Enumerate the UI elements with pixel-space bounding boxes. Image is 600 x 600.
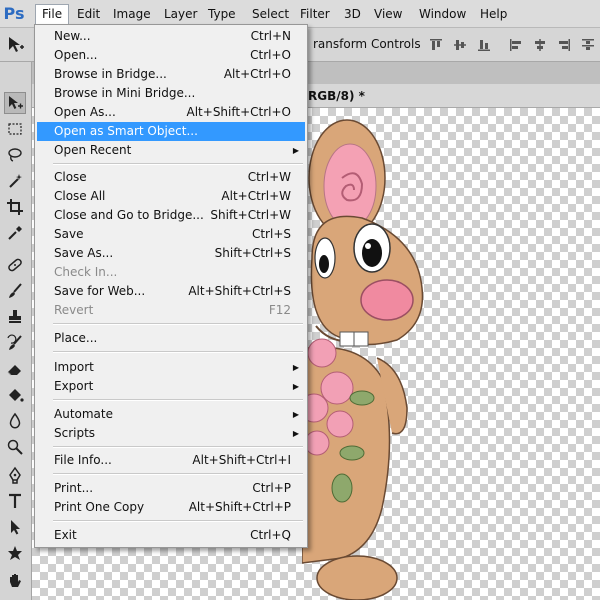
menu-item-open-as-smart-object[interactable]: Open as Smart Object... bbox=[37, 122, 305, 141]
lasso-tool-icon[interactable] bbox=[4, 144, 26, 166]
menu-separator bbox=[53, 473, 303, 475]
move-tool-icon[interactable] bbox=[4, 92, 26, 114]
align-right-icon[interactable] bbox=[556, 37, 572, 53]
menu-item-export[interactable]: Export ▶ bbox=[37, 377, 305, 396]
menu-layer[interactable]: Layer bbox=[158, 4, 203, 24]
menu-item-browse-in-bridge[interactable]: Browse in Bridge... Alt+Ctrl+O bbox=[37, 65, 305, 84]
menu-select[interactable]: Select bbox=[246, 4, 295, 24]
menu-item-exit[interactable]: Exit Ctrl+Q bbox=[37, 526, 305, 545]
path-selection-tool-icon[interactable] bbox=[4, 516, 26, 538]
menu-image[interactable]: Image bbox=[107, 4, 157, 24]
blur-tool-icon[interactable] bbox=[4, 410, 26, 432]
menu-item-check-in: Check In... bbox=[54, 265, 118, 279]
clone-stamp-tool-icon[interactable] bbox=[4, 306, 26, 328]
align-bottom-icon[interactable] bbox=[476, 37, 492, 53]
menu-item-open-recent[interactable]: Open Recent ▶ bbox=[37, 141, 305, 160]
menu-item-print[interactable]: Print... Ctrl+P bbox=[37, 479, 305, 498]
submenu-arrow-icon: ▶ bbox=[292, 410, 299, 419]
healing-brush-tool-icon[interactable] bbox=[4, 254, 26, 276]
menu-item-close-and-go-to-bridge[interactable]: Close and Go to Bridge... Shift+Ctrl+W bbox=[37, 206, 305, 225]
align-top-icon[interactable] bbox=[428, 37, 444, 53]
menu-separator bbox=[53, 446, 303, 448]
document-tab-title: RGB/8) * bbox=[308, 89, 365, 103]
submenu-arrow-icon: ▶ bbox=[292, 146, 299, 155]
move-tool-icon[interactable] bbox=[6, 35, 26, 55]
menu-file[interactable]: File bbox=[35, 4, 70, 24]
align-vertical-center-icon[interactable] bbox=[452, 37, 468, 53]
menu-item-save-as[interactable]: Save As... Shift+Ctrl+S bbox=[37, 244, 305, 263]
align-horizontal-center-icon[interactable] bbox=[532, 37, 548, 53]
menu-view[interactable]: View bbox=[368, 4, 408, 24]
menu-item-open[interactable]: Open... Ctrl+O bbox=[37, 46, 305, 65]
dodge-tool-icon[interactable] bbox=[4, 436, 26, 458]
custom-shape-tool-icon[interactable] bbox=[4, 542, 26, 564]
submenu-arrow-icon: ▶ bbox=[292, 363, 299, 372]
tools-panel bbox=[0, 62, 32, 600]
show-transform-controls-label[interactable]: ransform Controls bbox=[313, 37, 421, 51]
file-menu-dropdown: New... Ctrl+N Open... Ctrl+O Browse in Bri… bbox=[34, 24, 308, 548]
align-left-icon[interactable] bbox=[508, 37, 524, 53]
menu-item-scripts[interactable]: Scripts ▶ bbox=[37, 424, 305, 443]
menu-item-revert: Revert F12 bbox=[54, 303, 291, 317]
menu-window[interactable]: Window bbox=[413, 4, 472, 24]
menu-item-save[interactable]: Save Ctrl+S bbox=[37, 225, 305, 244]
menu-separator bbox=[53, 163, 303, 165]
submenu-arrow-icon: ▶ bbox=[292, 382, 299, 391]
menu-type[interactable]: Type bbox=[202, 4, 242, 24]
crop-tool-icon[interactable] bbox=[4, 196, 26, 218]
menu-3d[interactable]: 3D bbox=[338, 4, 367, 24]
brush-tool-icon[interactable] bbox=[4, 280, 26, 302]
menu-item-automate[interactable]: Automate ▶ bbox=[37, 405, 305, 424]
menu-item-new[interactable]: New... Ctrl+N bbox=[37, 27, 305, 46]
menu-item-import[interactable]: Import ▶ bbox=[37, 358, 305, 377]
menu-item-close-all[interactable]: Close All Alt+Ctrl+W bbox=[37, 187, 305, 206]
submenu-arrow-icon: ▶ bbox=[292, 429, 299, 438]
menu-help[interactable]: Help bbox=[474, 4, 513, 24]
menu-separator bbox=[53, 323, 303, 325]
paint-bucket-tool-icon[interactable] bbox=[4, 384, 26, 406]
menu-item-open-as[interactable]: Open As... Alt+Shift+Ctrl+O bbox=[37, 103, 305, 122]
history-brush-tool-icon[interactable] bbox=[4, 332, 26, 354]
menu-item-close[interactable]: Close Ctrl+W bbox=[37, 168, 305, 187]
menu-filter[interactable]: Filter bbox=[294, 4, 336, 24]
menu-item-browse-in-mini-bridge[interactable]: Browse in Mini Bridge... bbox=[37, 84, 305, 103]
eyedropper-tool-icon[interactable] bbox=[4, 222, 26, 244]
cartoon-mouse-artwork bbox=[302, 119, 424, 600]
menu-item-file-info[interactable]: File Info... Alt+Shift+Ctrl+I bbox=[37, 451, 305, 470]
menu-edit[interactable]: Edit bbox=[71, 4, 106, 24]
menu-item-save-for-web[interactable]: Save for Web... Alt+Shift+Ctrl+S bbox=[37, 282, 305, 301]
menu-separator bbox=[53, 520, 303, 522]
menu-item-print-one-copy[interactable]: Print One Copy Alt+Shift+Ctrl+P bbox=[37, 498, 305, 517]
distribute-top-icon[interactable] bbox=[580, 37, 596, 53]
marquee-tool-icon[interactable] bbox=[4, 118, 26, 140]
menu-separator bbox=[53, 351, 303, 353]
hand-tool-icon[interactable] bbox=[4, 570, 26, 592]
pen-tool-icon[interactable] bbox=[4, 464, 26, 486]
menu-item-place[interactable]: Place... bbox=[37, 329, 305, 348]
type-tool-icon[interactable] bbox=[4, 490, 26, 512]
menu-separator bbox=[53, 399, 303, 401]
photoshop-logo: Ps bbox=[3, 4, 25, 23]
eraser-tool-icon[interactable] bbox=[4, 358, 26, 380]
magic-wand-tool-icon[interactable] bbox=[4, 170, 26, 192]
